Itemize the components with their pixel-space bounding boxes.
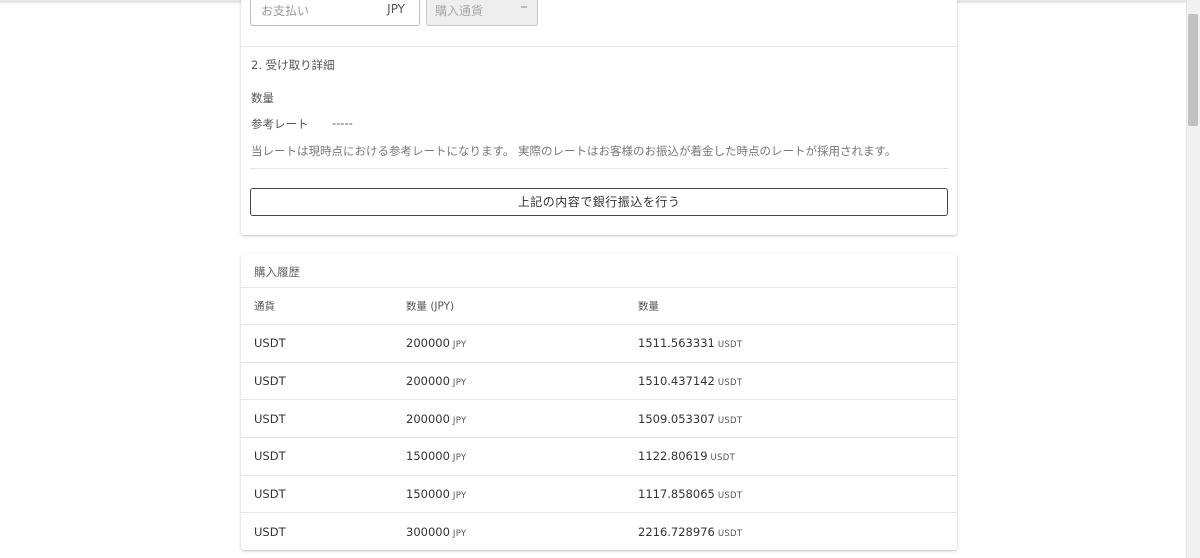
row-amount-jpy-value: 200000 (406, 411, 450, 426)
row-currency: USDT (254, 487, 286, 502)
row-currency: USDT (254, 374, 286, 389)
row-amount-jpy: 150000 JPY (406, 487, 466, 501)
purchase-form-card: お支払い JPY 購入通貨 2. 受け取り詳細 数量 参考レート ----- 当… (241, 0, 957, 235)
row-amount-jpy-value: 200000 (406, 336, 450, 351)
row-amount-jpy: 200000 JPY (406, 336, 466, 350)
section-divider (241, 46, 957, 47)
row-quantity-value: 1509.053307 (638, 411, 715, 426)
row-quantity-unit: USDT (717, 491, 743, 502)
rate-note: 当レートは現時点における参考レートになります。 実際のレートはお客様のお振込が着… (251, 144, 897, 158)
row-quantity: 1122.80619 USDT (638, 449, 735, 463)
row-amount-jpy-unit: JPY (452, 453, 467, 464)
row-quantity-value: 1510.437142 (638, 374, 715, 389)
row-quantity-unit: USDT (717, 378, 743, 389)
row-amount-jpy: 200000 JPY (406, 374, 466, 388)
table-row: USDT 150000 JPY 1122.80619 USDT (241, 437, 957, 475)
table-row: USDT 200000 JPY 1510.437142 USDT (241, 361, 957, 400)
table-row: USDT 300000 JPY 2216.728976 USDT (241, 512, 957, 550)
table-row: USDT 150000 JPY 1117.858065 USDT (241, 474, 957, 513)
purchase-history-title: 購入履歴 (254, 265, 300, 279)
quantity-label: 数量 (251, 91, 274, 105)
row-amount-jpy-value: 150000 (406, 487, 450, 502)
payment-amount-input[interactable]: お支払い JPY (250, 0, 420, 26)
column-header-amount-jpy: 数量 (JPY) (406, 300, 455, 313)
details-divider (250, 168, 948, 169)
scrollbar-thumb[interactable] (1188, 14, 1198, 126)
column-header-currency: 通貨 (254, 300, 275, 313)
row-currency: USDT (254, 336, 286, 351)
row-amount-jpy: 200000 JPY (406, 412, 466, 426)
purchase-currency-select[interactable]: 購入通貨 (426, 0, 538, 26)
chevron-down-icon (521, 6, 527, 8)
column-header-quantity: 数量 (638, 300, 659, 313)
row-quantity: 1510.437142 USDT (638, 374, 742, 388)
row-quantity-value: 1117.858065 (638, 487, 715, 502)
table-row: USDT 200000 JPY 1509.053307 USDT (241, 399, 957, 437)
purchase-history-card: 購入履歴 通貨 数量 (JPY) 数量 USDT 200000 JPY 1511.… (241, 253, 957, 550)
bank-transfer-submit-button[interactable]: 上記の内容で銀行振込を行う (250, 188, 948, 216)
reference-rate-label: 参考レート (251, 117, 309, 131)
row-amount-jpy: 150000 JPY (406, 449, 466, 463)
row-quantity: 2216.728976 USDT (638, 525, 742, 539)
row-quantity-value: 1122.80619 (638, 449, 708, 464)
row-currency: USDT (254, 449, 286, 464)
row-amount-jpy-value: 150000 (406, 449, 450, 464)
row-quantity-unit: USDT (717, 528, 743, 539)
row-amount-jpy-value: 300000 (406, 524, 450, 539)
payment-currency-label: JPY (387, 2, 405, 16)
row-currency: USDT (254, 411, 286, 426)
row-quantity: 1509.053307 USDT (638, 412, 742, 426)
row-currency: USDT (254, 524, 286, 539)
row-quantity-value: 1511.563331 (638, 336, 715, 351)
reference-rate-value: ----- (332, 116, 353, 130)
row-amount-jpy-unit: JPY (452, 491, 467, 502)
row-amount-jpy: 300000 JPY (406, 525, 466, 539)
row-amount-jpy-value: 200000 (406, 374, 450, 389)
receive-details-title: 2. 受け取り詳細 (251, 58, 335, 72)
row-amount-jpy-unit: JPY (452, 415, 467, 426)
row-quantity-unit: USDT (710, 453, 736, 464)
row-amount-jpy-unit: JPY (452, 528, 467, 539)
table-row: USDT 200000 JPY 1511.563331 USDT (241, 324, 957, 362)
table-header-row: 通貨 数量 (JPY) 数量 (241, 287, 957, 324)
row-amount-jpy-unit: JPY (452, 378, 467, 389)
row-quantity: 1511.563331 USDT (638, 336, 742, 350)
row-quantity-unit: USDT (717, 415, 743, 426)
purchase-history-table: 通貨 数量 (JPY) 数量 USDT 200000 JPY 1511.56333… (241, 287, 957, 550)
scrollbar[interactable] (1186, 0, 1200, 558)
row-quantity-unit: USDT (717, 340, 743, 351)
row-quantity-value: 2216.728976 (638, 524, 715, 539)
row-amount-jpy-unit: JPY (452, 340, 467, 351)
payment-amount-placeholder: お支払い (261, 4, 310, 18)
row-quantity: 1117.858065 USDT (638, 487, 742, 501)
purchase-currency-select-value: 購入通貨 (435, 4, 484, 18)
